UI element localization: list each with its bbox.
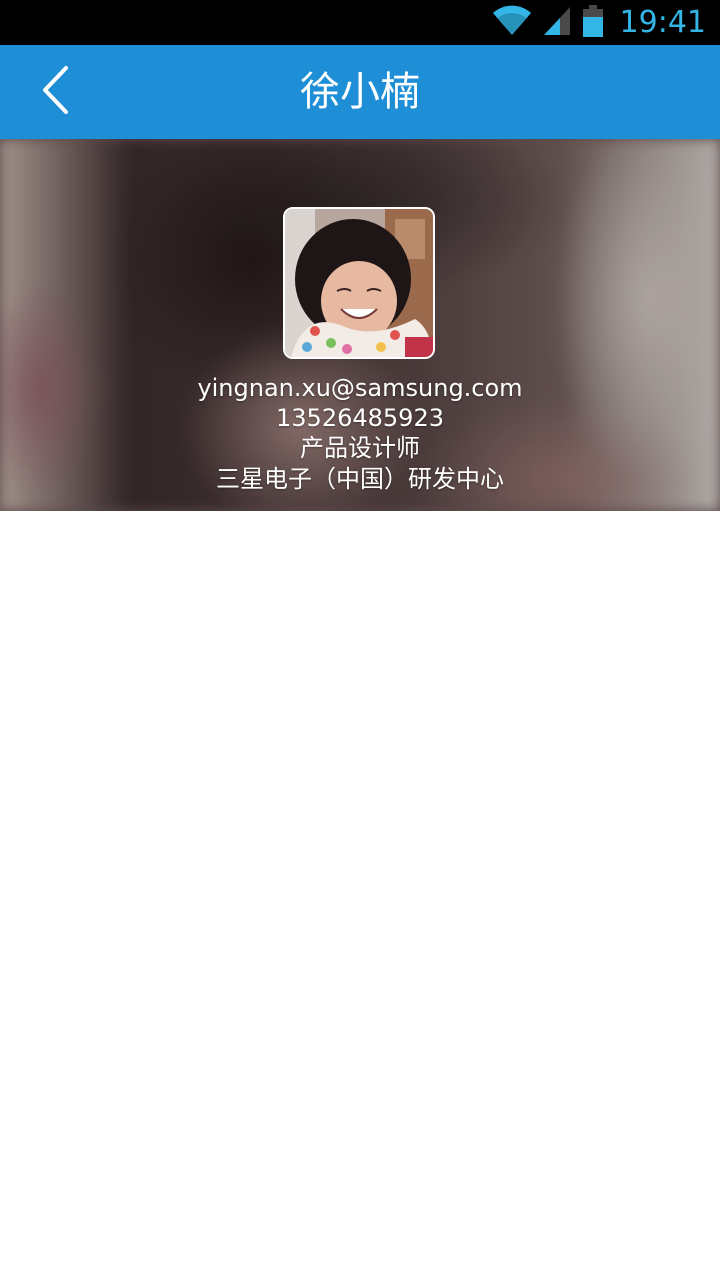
back-button[interactable] (26, 61, 86, 123)
wifi-icon (492, 5, 532, 41)
profile-header: yingnan.xu@samsung.com 13526485923 产品设计师… (0, 139, 720, 511)
avatar[interactable] (283, 207, 435, 359)
phone-text[interactable]: 13526485923 (0, 403, 720, 433)
title-bar: 徐小楠 (0, 45, 720, 139)
job-title-text: 产品设计师 (300, 434, 420, 462)
company-text: 三星电子（中国）研发中心 (216, 465, 504, 493)
chevron-left-icon (41, 65, 71, 119)
status-time: 19:41 (619, 5, 706, 40)
status-bar: 19:41 (0, 0, 720, 45)
signal-icon (542, 5, 572, 41)
status-icons: 19:41 (492, 0, 706, 45)
battery-icon (582, 4, 604, 42)
content-area (0, 511, 720, 1280)
page-title: 徐小楠 (300, 69, 420, 115)
email-text[interactable]: yingnan.xu@samsung.com (0, 373, 720, 403)
